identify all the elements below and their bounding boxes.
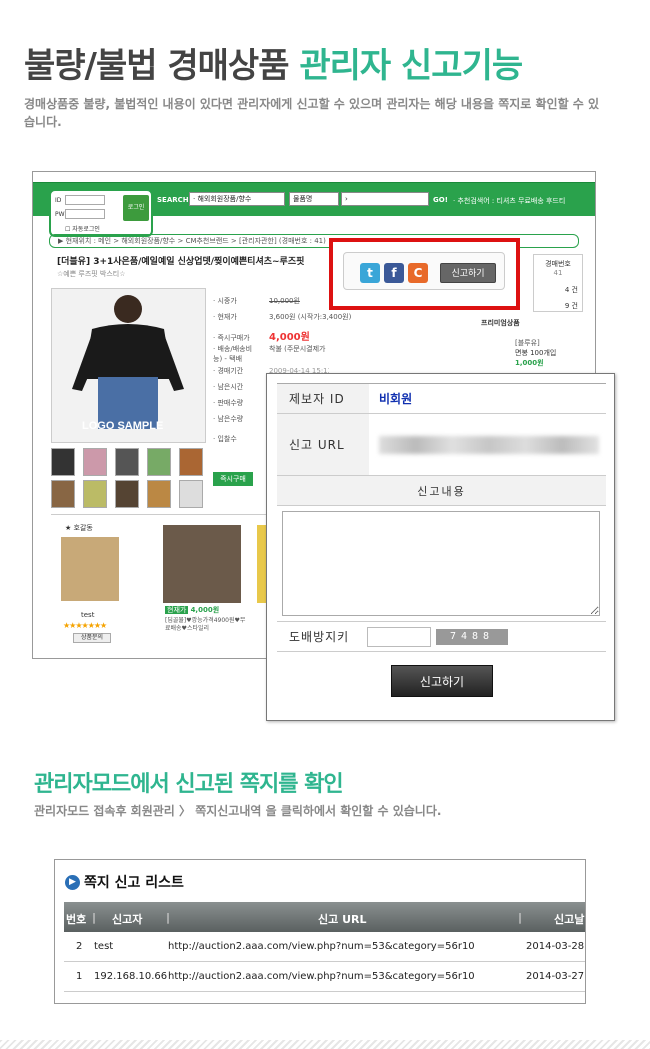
report-submit-button[interactable]: 신고하기: [391, 665, 493, 697]
site-topbar: ID PW 로그인 ☐ 자동로그인 SEARCH · 해외회원장품/향수 물품명…: [33, 182, 595, 237]
related-price: 현재가 4,000원: [165, 606, 220, 614]
column-header: 신고 URL: [318, 913, 367, 926]
facebook-icon[interactable]: f: [384, 263, 404, 283]
thumbnail[interactable]: [179, 448, 203, 476]
seller-id: test: [81, 611, 95, 619]
report-highlight-box: t f C 신고하기: [329, 238, 520, 310]
premium-box: 프리미엄상품 [블루유] 면봉 100개입 1,000원: [481, 319, 557, 367]
column-divider: |: [92, 911, 97, 924]
seller-name: ★ 호갈동: [65, 524, 93, 532]
table-row[interactable]: 2 test http://auction2.aaa.com/view.php?…: [64, 932, 585, 962]
rating-stars: ★★★★★★★: [63, 621, 107, 630]
category-select[interactable]: · 해외회원장품/향수: [189, 192, 285, 206]
related-product-image[interactable]: [163, 525, 241, 603]
page-title: 불량/불법 경매상품 관리자 신고기능: [24, 46, 523, 86]
product-photo: LOGO SAMPLE: [51, 288, 206, 443]
seller-photo: [61, 537, 119, 601]
photo-watermark: LOGO SAMPLE: [82, 420, 163, 432]
report-content-label: 신고내용: [277, 476, 606, 506]
pw-input[interactable]: [65, 209, 105, 219]
captcha-label: 도배방지키: [289, 630, 350, 644]
login-box: ID PW 로그인 ☐ 자동로그인: [49, 189, 153, 237]
login-button[interactable]: 로그인: [123, 195, 149, 221]
thumbnail[interactable]: [147, 480, 171, 508]
contact-button[interactable]: 상품문의: [73, 633, 111, 643]
auction-number-box: 경매번호 41 4 건 9 건: [533, 254, 583, 312]
spec-row: · 현재가 3,600원 (시작가:3,400원): [213, 313, 352, 321]
id-label: ID: [55, 197, 62, 204]
recommend-keywords: · 추천검색어 : 티셔츠 무료배송 후드티: [453, 197, 566, 205]
report-list-panel: ▶ 쪽지 신고 리스트 번호 | 신고자 | 신고 URL | 신고날 2 tes…: [54, 859, 586, 1004]
table-row[interactable]: 1 192.168.10.66 http://auction2.aaa.com/…: [64, 962, 585, 992]
section2-title: 관리자모드에서 신고된 쪽지를 확인: [34, 772, 344, 797]
search-input[interactable]: ›: [341, 192, 429, 206]
id-input[interactable]: [65, 195, 105, 205]
report-form: 제보자 ID 비회원 신고 URL 신고내용 도배방지키 7488 신고하기: [266, 373, 615, 721]
reporter-id-label: 제보자 ID: [277, 384, 369, 413]
product-subtitle: ☆예쁜 루즈핏 박스티☆: [57, 270, 126, 278]
column-header: 신고날: [554, 913, 585, 926]
spec-row: · 즉시구매가 4,000원: [213, 332, 310, 343]
share-report-bar: t f C 신고하기: [343, 252, 505, 290]
report-list-title: ▶ 쪽지 신고 리스트: [65, 872, 184, 892]
page-title-highlight: 관리자 신고기능: [299, 46, 523, 86]
auto-login-checkbox[interactable]: ☐ 자동로그인: [65, 224, 100, 233]
buy-now-button[interactable]: 즉시구매: [213, 472, 253, 486]
spec-row: · 판매수량: [213, 399, 244, 407]
thumbnail[interactable]: [51, 480, 75, 508]
report-button[interactable]: 신고하기: [440, 263, 496, 283]
bottom-divider: [0, 1040, 650, 1049]
go-button[interactable]: GO!: [433, 196, 448, 204]
thumbnail[interactable]: [179, 480, 203, 508]
thumbnail[interactable]: [83, 480, 107, 508]
captcha-input[interactable]: [367, 626, 431, 647]
column-header: 신고자: [112, 913, 143, 926]
spec-row: · 입찰수: [213, 435, 237, 443]
report-content-textarea[interactable]: [282, 511, 600, 616]
product-title: [더블유] 3+1사은품/예일예일 신상업뎃/찢이예쁜티셔츠~루즈핏: [57, 257, 305, 267]
thumbnail[interactable]: [83, 448, 107, 476]
column-divider: |: [166, 911, 171, 924]
report-form-table: 제보자 ID 비회원 신고 URL 신고내용 도배방지키 7488: [277, 383, 606, 652]
blurred-url: [379, 435, 599, 454]
related-desc: [딥골뮬]♥깡능가격4900원♥무료배송♥스타일리: [165, 617, 246, 632]
share-c-icon[interactable]: C: [408, 263, 428, 283]
reporter-id-value: 비회원: [379, 392, 413, 406]
report-content-row: [277, 506, 606, 622]
twitter-icon[interactable]: t: [360, 263, 380, 283]
page-description: 경매상품중 불량, 불법적인 내용이 있다면 관리자에게 신고할 수 있으며 관…: [24, 97, 600, 129]
thumbnail[interactable]: [115, 480, 139, 508]
pw-label: PW: [55, 211, 65, 218]
thumbnail[interactable]: [147, 448, 171, 476]
product-model-image: LOGO SAMPLE: [52, 289, 205, 442]
column-header: 번호: [66, 913, 87, 926]
thumbnail[interactable]: [51, 448, 75, 476]
search-label: SEARCH: [157, 196, 189, 204]
report-list-header: 번호 | 신고자 | 신고 URL | 신고날: [64, 902, 585, 932]
spec-row: · 배송/배송비 착불 (주문시결제가능) - 택배: [213, 345, 326, 363]
spec-row: · 남은시간: [213, 383, 244, 391]
column-divider: |: [518, 911, 523, 924]
thumbnail[interactable]: [115, 448, 139, 476]
spec-row: · 시중가 10,000원: [213, 297, 300, 305]
arrow-circle-icon: ▶: [65, 874, 80, 890]
field-select[interactable]: 물품명: [289, 192, 339, 206]
captcha-image: 7488: [436, 628, 508, 645]
spec-row: · 남은수량: [213, 415, 244, 423]
report-url-value: [369, 414, 606, 475]
section2-description: 관리자모드 접속후 회원관리 〉 쪽지신고내역 을 클릭하에서 확인할 수 있습…: [34, 804, 442, 818]
report-url-label: 신고 URL: [277, 414, 369, 475]
